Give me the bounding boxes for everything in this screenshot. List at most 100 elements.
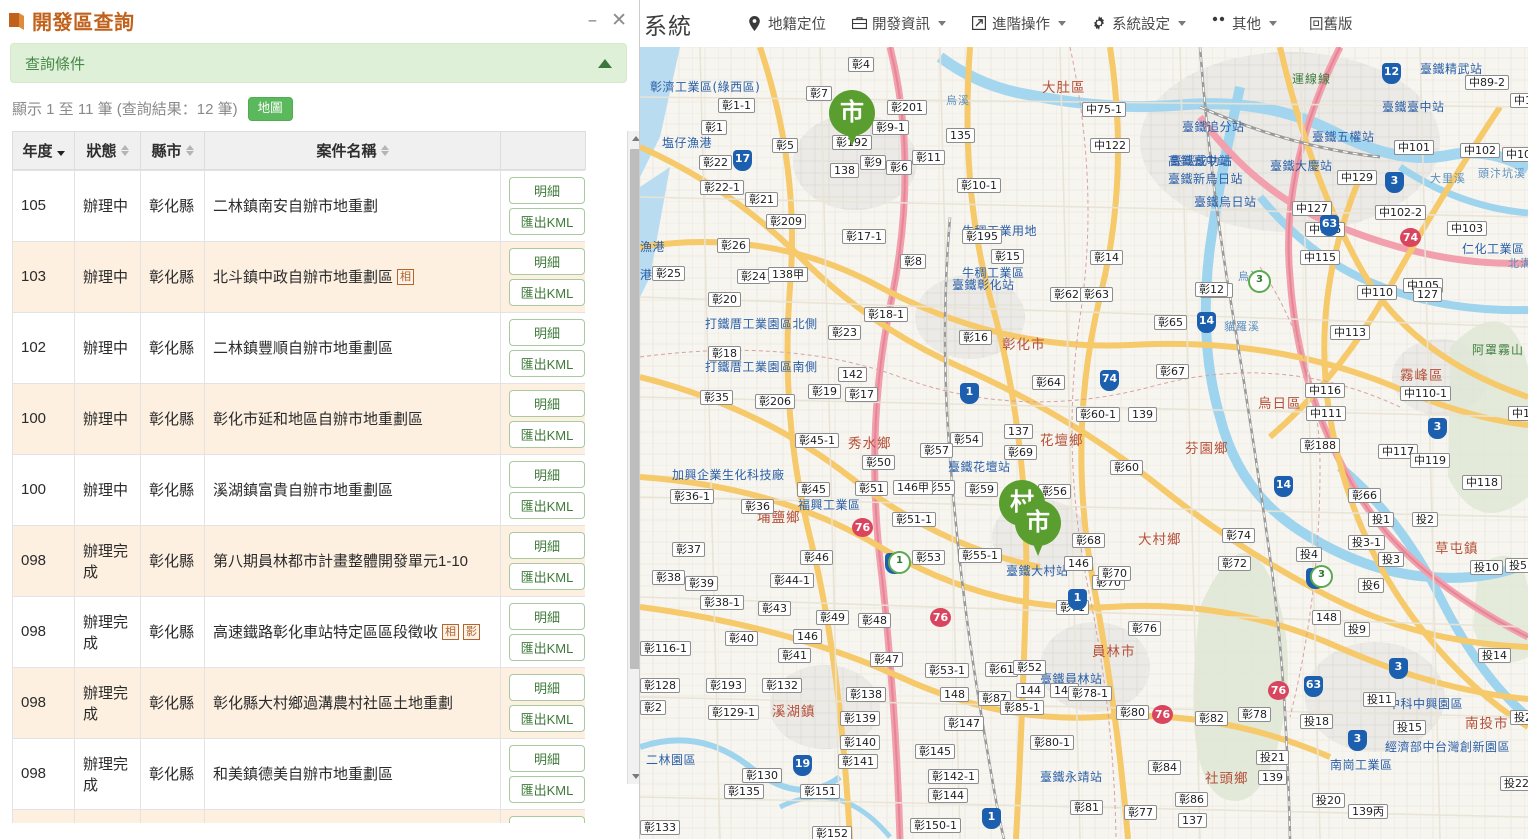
map-viewport[interactable]: 大肚區 彰化市 烏日區 花壇鄉 芬園鄉 秀水鄉 埔鹽鄉 大村鄉 霧峰區 員林市 溪湖鎮 社頭鄉 南投市草…: [640, 47, 1528, 839]
map-road-number-chip: 投15: [1393, 720, 1426, 735]
nav-item-2[interactable]: 開發資訊: [852, 13, 946, 34]
map-road-number-chip: 彰19: [808, 384, 841, 399]
export-kml-button[interactable]: 匯出KML: [509, 420, 585, 448]
export-kml-button[interactable]: 匯出KML: [509, 207, 585, 235]
chevron-down-icon[interactable]: [938, 21, 946, 26]
media-badge[interactable]: 相: [397, 269, 415, 286]
map-road-number-chip: 彰6: [886, 160, 912, 175]
detail-button[interactable]: 明細: [509, 673, 585, 701]
cell-actions: 明細匯出KML: [500, 737, 585, 810]
map-road-number-chip: 彰4: [848, 57, 874, 72]
chevron-up-icon[interactable]: [598, 58, 612, 68]
column-header-year[interactable]: 年度: [12, 130, 75, 170]
map-road-number-chip: 彰1: [701, 120, 727, 135]
export-kml-button[interactable]: 匯出KML: [509, 278, 585, 306]
results-table-wrapper: 年度 狀態 縣市 案件名稱 105 辦理中 彰化縣 二林鎮南安自辦市地重劃 明細…: [12, 130, 639, 823]
chevron-down-icon[interactable]: [1178, 21, 1186, 26]
map-road-number-chip: 投9: [1344, 622, 1370, 637]
detail-button[interactable]: 明細: [509, 744, 585, 772]
detail-button[interactable]: 明細: [509, 247, 585, 275]
cell-year: 100: [12, 382, 75, 455]
scroll-up-arrow-icon[interactable]: [628, 130, 639, 147]
results-vertical-scrollbar[interactable]: [627, 130, 639, 784]
table-row[interactable]: 102 辦理中 彰化縣 二林鎮豐順自辦市地重劃區 明細 匯出KML: [12, 311, 585, 384]
nav-item-1[interactable]: 地籍定位: [748, 13, 826, 34]
cell-year: 103: [12, 240, 75, 313]
chevron-down-icon[interactable]: [1269, 21, 1277, 26]
map-road-number-chip: 投3: [1378, 552, 1404, 567]
sort-icon-case-name[interactable]: [380, 144, 389, 156]
export-kml-button[interactable]: 匯出KML: [509, 633, 585, 661]
export-kml-button[interactable]: 匯出KML: [509, 491, 585, 519]
nav-item-4[interactable]: 系統設定: [1092, 13, 1186, 34]
map-road-number-chip: 彰15: [991, 249, 1024, 264]
sort-icon-city[interactable]: [185, 144, 194, 156]
table-row[interactable]: 097辦理中彰化縣田中中正自辦市地重劃區明細匯出KML: [12, 808, 585, 823]
map-road-number-chip: 彰135: [724, 784, 764, 799]
export-kml-button[interactable]: 匯出KML: [509, 775, 585, 803]
detail-button[interactable]: 明細: [509, 602, 585, 630]
pin-label: 市: [840, 99, 864, 126]
app-brand-title: 系統: [644, 12, 692, 39]
book-icon: [6, 10, 28, 32]
scroll-down-arrow-icon[interactable]: [628, 767, 639, 784]
map-facility-label: 漁港: [640, 240, 666, 254]
table-row[interactable]: 100 辦理中 彰化縣 溪湖鎮富貴自辦市地重劃區 明細 匯出KML: [12, 453, 585, 526]
map-road-number-chip: 中119: [1410, 453, 1450, 468]
route-shield-provincial-icon: 12: [1382, 63, 1401, 84]
nav-item-3[interactable]: 進階操作: [972, 13, 1066, 34]
minimize-button[interactable]: –: [588, 11, 598, 30]
chevron-down-icon[interactable]: [1058, 21, 1066, 26]
column-header-case-name[interactable]: 案件名稱: [204, 130, 501, 170]
map-road-number-chip: 彰54: [950, 432, 983, 447]
table-row[interactable]: 098 辦理完成 彰化縣 高速鐵路彰化車站特定區區段徵收相影明細 匯出KML: [12, 595, 585, 668]
detail-button[interactable]: 明細: [509, 460, 585, 488]
table-row[interactable]: 098 辦理完成 彰化縣 和美鎮德美自辦市地重劃區 明細 匯出KML: [12, 737, 585, 810]
column-header-city[interactable]: 縣市: [140, 130, 205, 170]
column-header-state[interactable]: 狀態: [74, 130, 141, 170]
scrollbar-thumb[interactable]: [630, 148, 639, 669]
detail-button[interactable]: 明細: [509, 318, 585, 346]
show-on-map-button[interactable]: 地圖: [247, 97, 293, 121]
sort-icon-year[interactable]: [56, 145, 65, 156]
cell-state: 辦理中: [74, 169, 141, 242]
detail-button[interactable]: 明細: [509, 531, 585, 559]
table-row[interactable]: 103 辦理中 彰化縣 北斗鎮中政自辦市地重劃區相明細 匯出KML: [12, 240, 585, 313]
query-condition-accordion[interactable]: 查詢條件: [10, 43, 627, 83]
detail-button[interactable]: 明細: [509, 176, 585, 204]
map-pin-marker[interactable]: 市: [829, 90, 875, 146]
map-road-number-chip: 彰60-1: [1076, 407, 1120, 422]
map-district-label: 草屯鎮: [1435, 541, 1479, 557]
app-root: 大肚區 彰化市 烏日區 花壇鄉 芬園鄉 秀水鄉 埔鹽鄉 大村鄉 霧峰區 員林市 溪湖鎮 社頭鄉 南投市草…: [0, 0, 1528, 839]
map-pin-marker[interactable]: 市: [1015, 500, 1061, 556]
map-road-number-chip: 137: [1178, 813, 1207, 828]
cell-city: 彰化縣: [140, 737, 205, 810]
results-table-scroll-area[interactable]: 105 辦理中 彰化縣 二林鎮南安自辦市地重劃 明細 匯出KML 103 辦理中 彰化縣 北斗鎮中…: [12, 169, 585, 823]
table-row[interactable]: 098 辦理完成 彰化縣 第八期員林都市計畫整體開發單元1-10 明細 匯出KML: [12, 524, 585, 597]
route-shield-provincial-icon: 1: [982, 808, 1001, 829]
nav-item-5[interactable]: 其他: [1212, 13, 1277, 34]
map-road-number-chip: 中75-1: [1082, 102, 1126, 117]
map-road-number-chip: 投1: [1368, 512, 1394, 527]
media-badge[interactable]: 相: [442, 624, 460, 641]
cell-case-name: 北斗鎮中政自辦市地重劃區相: [204, 240, 501, 313]
map-road-number-chip: 彰141: [838, 754, 878, 769]
export-kml-button[interactable]: 匯出KML: [509, 704, 585, 732]
detail-button[interactable]: 明細: [509, 389, 585, 417]
table-row[interactable]: 098 辦理完成 彰化縣 彰化縣大村鄉過溝農村社區土地重劃 明細 匯出KML: [12, 666, 585, 739]
results-table-header: 年度 狀態 縣市 案件名稱: [12, 130, 586, 170]
export-kml-button[interactable]: 匯出KML: [509, 562, 585, 590]
sort-icon-state[interactable]: [120, 144, 129, 156]
table-row[interactable]: 100 辦理中 彰化縣 彰化市延和地區自辦市地重劃區 明細 匯出KML: [12, 382, 585, 455]
map-river-label: 運線線: [1292, 72, 1332, 86]
close-button[interactable]: ✕: [611, 11, 627, 30]
export-kml-button[interactable]: 匯出KML: [509, 349, 585, 377]
media-badge[interactable]: 影: [463, 624, 481, 641]
nav-item-6[interactable]: 回舊版: [1309, 13, 1353, 34]
route-shield-county-icon: 3: [1310, 565, 1333, 588]
map-road-number-chip: 彰151: [800, 784, 840, 799]
detail-button[interactable]: 明細: [509, 815, 585, 823]
map-facility-label: 經濟部中台灣創新園區: [1385, 740, 1511, 754]
route-shield-provincial-icon: 1: [960, 383, 979, 404]
table-row[interactable]: 105 辦理中 彰化縣 二林鎮南安自辦市地重劃 明細 匯出KML: [12, 169, 585, 242]
